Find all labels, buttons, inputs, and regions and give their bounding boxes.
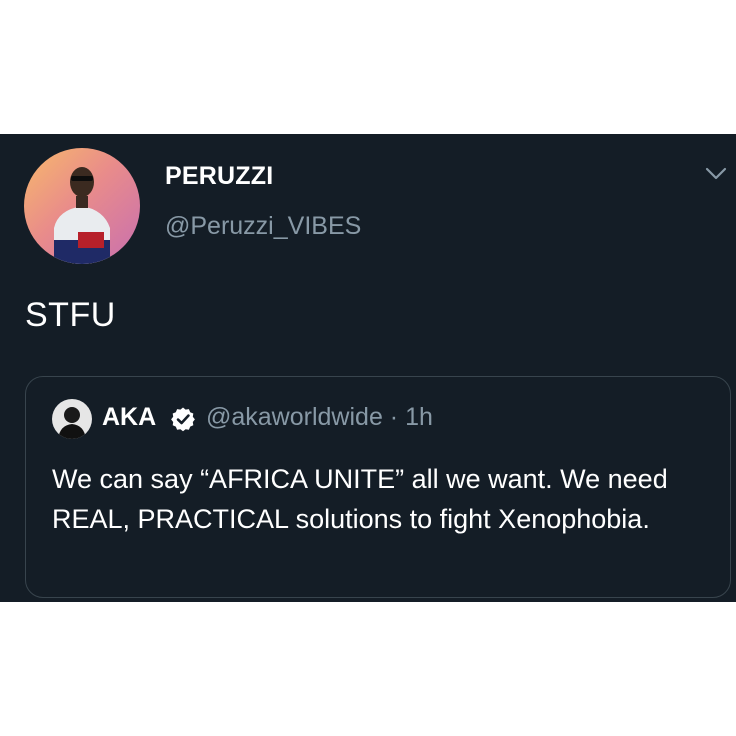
verified-badge-icon bbox=[170, 406, 196, 432]
quoted-tweet-card[interactable]: AKA @akaworldwide · 1h We can say “AFRIC… bbox=[25, 376, 731, 598]
author-display-name[interactable]: PERUZZI bbox=[165, 162, 273, 191]
author-avatar[interactable] bbox=[24, 148, 140, 264]
tweet-card: PERUZZI @Peruzzi_VIBES STFU AKA @akaworl… bbox=[0, 134, 736, 602]
quoted-tweet-time[interactable]: 1h bbox=[405, 403, 433, 431]
quoted-tweet-text: We can say “AFRICA UNITE” all we want. W… bbox=[52, 464, 668, 534]
quoted-author-handle[interactable]: @akaworldwide bbox=[206, 403, 383, 431]
meta-separator: · bbox=[389, 403, 399, 431]
author-handle[interactable]: @Peruzzi_VIBES bbox=[165, 212, 361, 241]
quoted-author-avatar[interactable] bbox=[52, 399, 92, 439]
quoted-tweet-meta: @akaworldwide · 1h bbox=[206, 403, 433, 432]
quoted-avatar-image bbox=[52, 399, 92, 439]
chevron-down-icon[interactable] bbox=[704, 164, 728, 184]
quoted-author-name[interactable]: AKA bbox=[102, 403, 156, 432]
avatar-image bbox=[24, 148, 140, 264]
tweet-text: STFU bbox=[25, 296, 116, 334]
